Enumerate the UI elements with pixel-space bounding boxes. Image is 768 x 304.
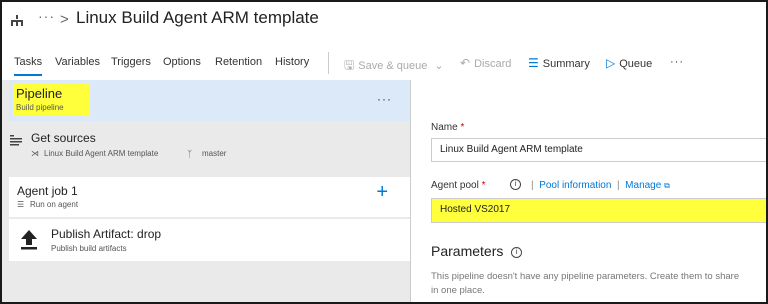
get-sources-title: Get sources	[31, 131, 96, 145]
branch-icon: ᛉ	[187, 149, 193, 159]
toolbar: Tasks Variables Triggers Options Retenti…	[2, 48, 766, 78]
save-queue-button[interactable]: 🖫 Save & queue ⌄	[344, 56, 444, 77]
save-icon: 🖫	[344, 58, 355, 72]
tab-retention[interactable]: Retention	[215, 56, 262, 68]
external-link-icon: ⧉	[664, 181, 670, 190]
app-frame: ··· > Linux Build Agent ARM template Tas…	[2, 2, 766, 302]
publish-artifact-task[interactable]: Publish Artifact: drop Publish build art…	[9, 219, 410, 261]
pipeline-title: Pipeline	[16, 86, 63, 101]
agent-job-title: Agent job 1	[17, 184, 78, 198]
tab-variables[interactable]: Variables	[55, 56, 100, 68]
save-queue-label: Save & queue	[358, 60, 428, 72]
agent-pool-label: Agent pool *	[431, 180, 486, 191]
list-icon: ☰	[528, 56, 539, 70]
summary-label: Summary	[542, 58, 590, 70]
agent-pool-select[interactable]: Hosted VS2017	[431, 198, 766, 223]
tab-triggers[interactable]: Triggers	[111, 56, 151, 68]
chevron-down-icon: ⌄	[434, 60, 444, 72]
header: ··· > Linux Build Agent ARM template	[2, 2, 766, 42]
pipeline-more-button[interactable]: ···	[377, 92, 392, 106]
tab-history[interactable]: History	[275, 56, 309, 68]
summary-button[interactable]: ☰ Summary	[528, 56, 590, 70]
tab-options[interactable]: Options	[163, 56, 201, 68]
page-title: Linux Build Agent ARM template	[76, 8, 319, 27]
toolbar-divider	[328, 52, 329, 74]
agent-job-item[interactable]: Agent job 1 ☰ Run on agent +	[9, 177, 410, 217]
pipeline-subtitle: Build pipeline	[16, 103, 64, 112]
manage-link[interactable]: Manage	[625, 180, 661, 191]
upload-icon	[21, 230, 37, 250]
name-field[interactable]: Linux Build Agent ARM template	[431, 138, 766, 162]
queue-button[interactable]: ▷ Queue	[606, 56, 652, 70]
repo-name: Linux Build Agent ARM template	[44, 149, 159, 158]
tab-tasks[interactable]: Tasks	[14, 56, 43, 76]
queue-label: Queue	[619, 58, 653, 70]
agent-job-subtitle: Run on agent	[30, 200, 79, 209]
task-subtitle: Publish build artifacts	[51, 244, 127, 253]
breadcrumb-more-button[interactable]: ···	[38, 8, 55, 24]
get-sources-item[interactable]: Get sources ⋊ Linux Build Agent ARM temp…	[9, 125, 410, 171]
agent-list-icon: ☰	[17, 200, 25, 209]
undo-icon: ↶	[460, 56, 471, 70]
parameters-heading: Parameters i	[431, 243, 523, 259]
get-sources-icon	[10, 135, 22, 146]
parameters-description: This pipeline doesn't have any pipeline …	[431, 271, 740, 296]
task-title: Publish Artifact: drop	[51, 227, 162, 241]
task-list-panel: Pipeline Build pipeline ··· Get sources …	[2, 80, 410, 302]
discard-label: Discard	[474, 58, 512, 70]
name-label: Name *	[431, 122, 465, 133]
add-task-button[interactable]: +	[376, 181, 388, 204]
discard-button[interactable]: ↶ Discard	[460, 56, 511, 70]
pool-links: | Pool information | Manage ⧉	[531, 180, 670, 191]
toolbar-more-button[interactable]: ···	[670, 56, 684, 68]
info-icon[interactable]: i	[510, 179, 521, 190]
repo-icon: ⋊	[31, 149, 39, 158]
pool-information-link[interactable]: Pool information	[539, 180, 611, 191]
pipeline-item[interactable]: Pipeline Build pipeline ···	[9, 80, 410, 121]
chevron-right-icon: >	[60, 11, 69, 28]
branch-name: master	[202, 149, 227, 158]
details-panel: Name * Linux Build Agent ARM template Ag…	[411, 80, 766, 302]
parameters-info-icon[interactable]: i	[511, 246, 523, 258]
pipelines-icon	[11, 15, 23, 26]
play-icon: ▷	[606, 56, 616, 70]
